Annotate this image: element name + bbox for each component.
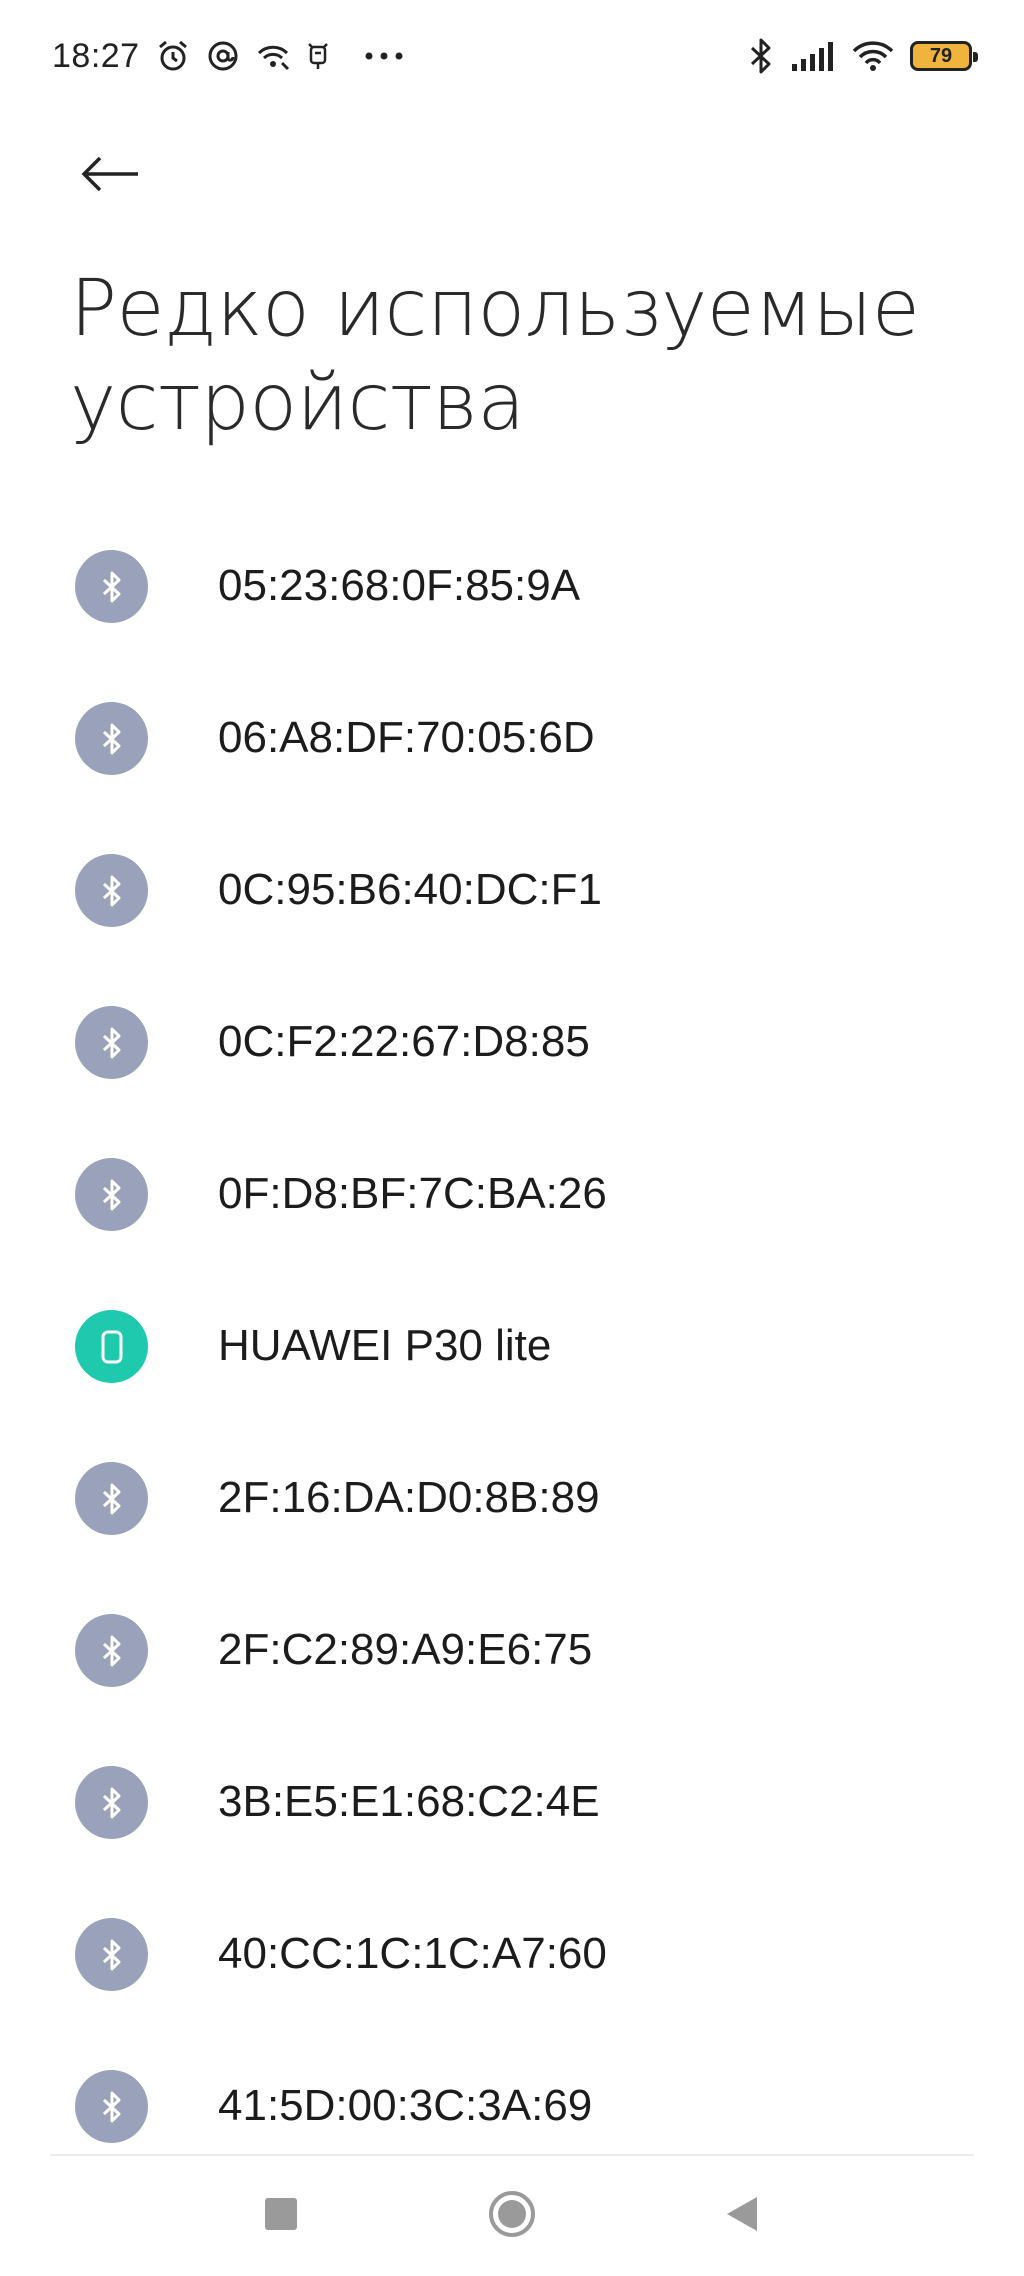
bluetooth-icon	[75, 854, 148, 927]
device-item[interactable]: 0F:D8:BF:7C:BA:26	[0, 1118, 1024, 1270]
bluetooth-icon	[75, 1158, 148, 1231]
square-icon	[264, 2197, 298, 2236]
glasses-icon	[306, 41, 330, 71]
device-name: 40:CC:1C:1C:A7:60	[218, 1929, 607, 1978]
device-item[interactable]: 05:23:68:0F:85:9A	[0, 510, 1024, 662]
status-time: 18:27	[52, 36, 140, 75]
device-name: 0F:D8:BF:7C:BA:26	[218, 1169, 607, 1218]
device-name: 0C:95:B6:40:DC:F1	[218, 865, 602, 914]
bluetooth-icon	[75, 1766, 148, 1839]
device-item[interactable]: 2F:C2:89:A9:E6:75	[0, 1574, 1024, 1726]
at-sign-icon	[206, 39, 240, 73]
bluetooth-icon	[75, 702, 148, 775]
status-bar: 18:27 79	[0, 0, 1024, 112]
device-item[interactable]: HUAWEI P30 lite	[0, 1270, 1024, 1422]
bluetooth-icon	[75, 550, 148, 623]
bluetooth-icon	[75, 1462, 148, 1535]
device-name: 41:5D:00:3C:3A:69	[218, 2081, 593, 2130]
nav-back-button[interactable]	[712, 2186, 772, 2246]
device-name: 06:A8:DF:70:05:6D	[218, 713, 595, 762]
device-name: 05:23:68:0F:85:9A	[218, 561, 581, 610]
device-item[interactable]: 2F:16:DA:D0:8B:89	[0, 1422, 1024, 1574]
wifi-icon	[852, 40, 894, 72]
device-item[interactable]: 0C:F2:22:67:D8:85	[0, 966, 1024, 1118]
battery-level: 79	[929, 44, 953, 67]
arrow-left-icon	[80, 154, 140, 199]
bluetooth-icon	[75, 2070, 148, 2143]
back-button[interactable]	[62, 128, 158, 224]
screen: 18:27 79 Редко используемые устройства 0…	[0, 0, 1024, 2276]
status-left: 18:27	[52, 37, 404, 76]
more-dots-icon	[364, 51, 404, 61]
circle-icon	[487, 2189, 537, 2244]
device-name: 3B:E5:E1:68:C2:4E	[218, 1777, 600, 1826]
battery-icon: 79	[910, 41, 978, 71]
phone-icon	[75, 1310, 148, 1383]
nav-bar	[0, 2156, 1024, 2276]
bluetooth-icon	[75, 1006, 148, 1079]
device-item[interactable]: 0C:95:B6:40:DC:F1	[0, 814, 1024, 966]
device-name: 2F:16:DA:D0:8B:89	[218, 1473, 600, 1522]
home-button[interactable]	[482, 2186, 542, 2246]
triangle-back-icon	[725, 2195, 759, 2238]
device-name: 0C:F2:22:67:D8:85	[218, 1017, 590, 1066]
alarm-icon	[156, 39, 190, 73]
bluetooth-icon	[75, 1614, 148, 1687]
device-item[interactable]: 40:CC:1C:1C:A7:60	[0, 1878, 1024, 2030]
bluetooth-icon	[748, 37, 774, 75]
page-title-line2: устройства	[70, 358, 525, 448]
recents-button[interactable]	[251, 2186, 311, 2246]
page-title-line1: Редко используемые	[70, 264, 920, 354]
device-item[interactable]: 06:A8:DF:70:05:6D	[0, 662, 1024, 814]
device-item[interactable]: 3B:E5:E1:68:C2:4E	[0, 1726, 1024, 1878]
page-title: Редко используемые устройства	[70, 262, 970, 450]
signal-icon	[790, 40, 836, 72]
status-right: 79	[748, 37, 978, 75]
device-name: HUAWEI P30 lite	[218, 1321, 552, 1370]
hotspot-icon	[256, 41, 290, 71]
device-name: 2F:C2:89:A9:E6:75	[218, 1625, 593, 1674]
bluetooth-icon	[75, 1918, 148, 1991]
device-list: 05:23:68:0F:85:9A 06:A8:DF:70:05:6D 0C:9…	[0, 510, 1024, 2182]
